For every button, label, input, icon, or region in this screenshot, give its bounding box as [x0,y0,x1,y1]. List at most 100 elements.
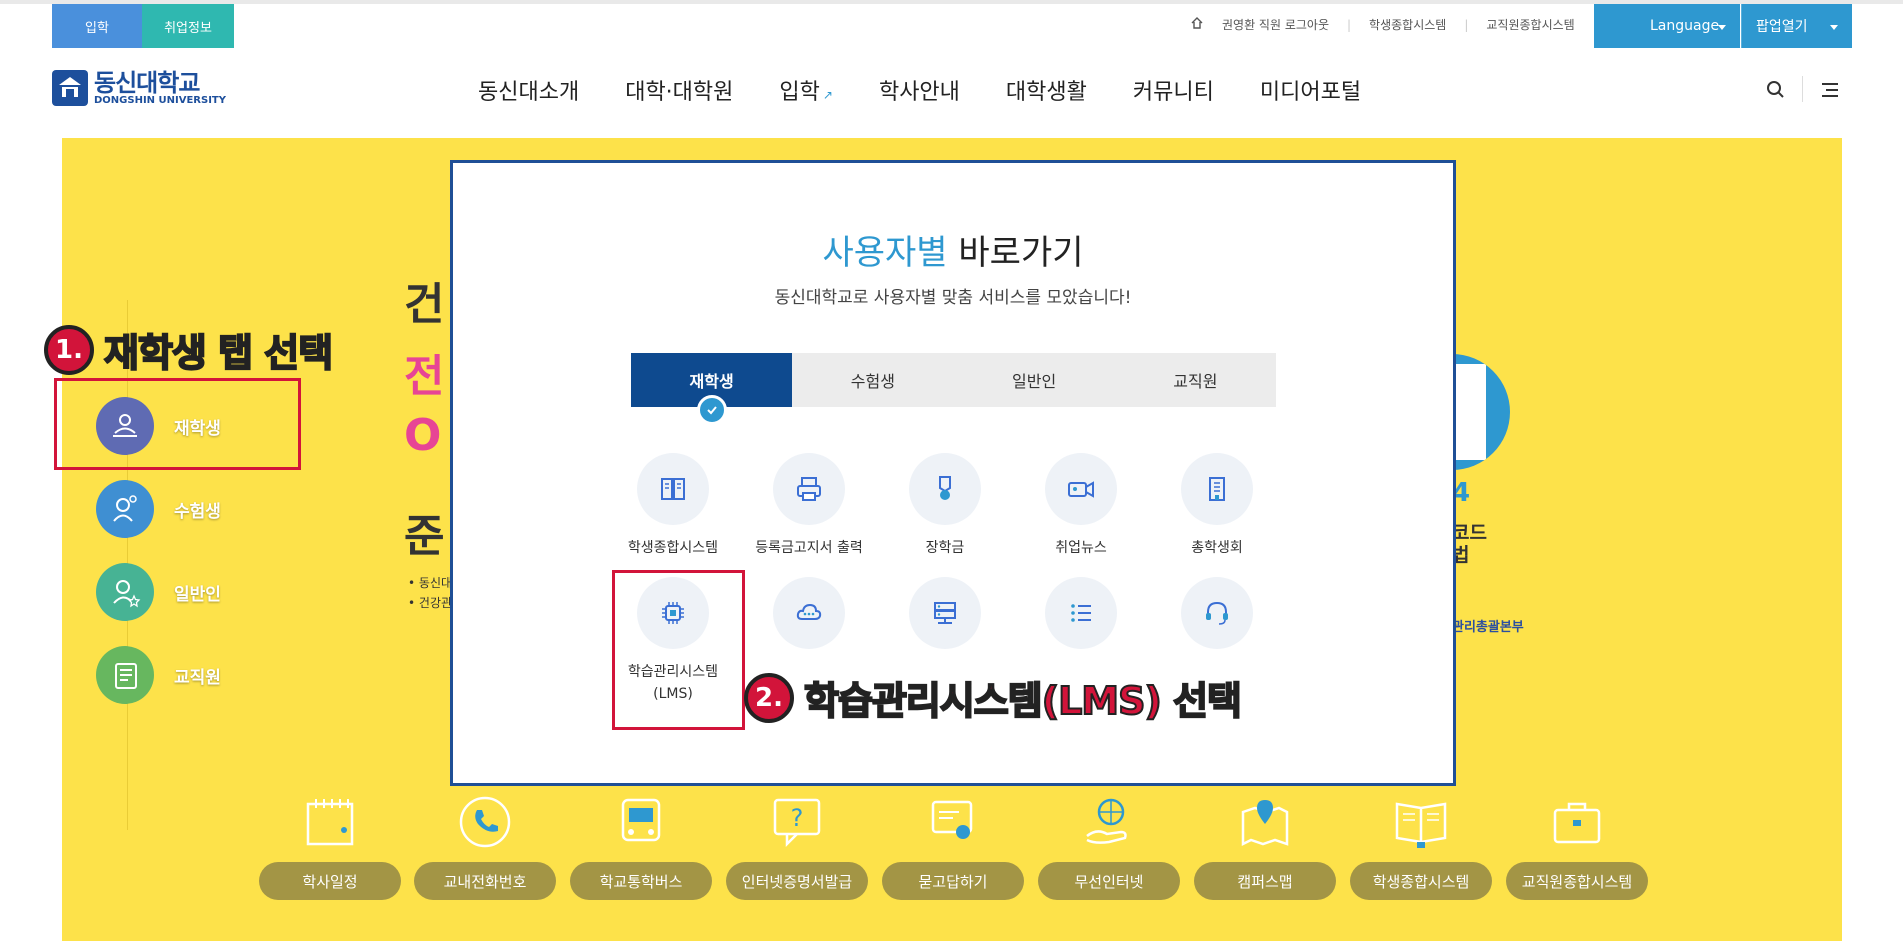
sidebar-item-label: 일반인 [174,584,221,605]
logo-english: DONGSHIN UNIVERSITY [94,94,226,106]
thinking-person-icon [96,480,154,538]
quick-menu-academic-calendar[interactable]: 학사일정 [259,792,401,900]
tab-label: 일반인 [1012,372,1057,391]
sidebar-item-public[interactable]: 일반인 [96,563,221,621]
hero-text-fragment: 전 [404,351,445,402]
annotation-step-1: 1. 재학생 탭 선택 [44,322,334,377]
main-navigation: 동신대소개 대학·대학원 입학 ↗ 학사안내 대학생활 커뮤니티 미디어포털 [478,74,1361,106]
tab-employment[interactable]: 취업정보 [142,4,234,48]
tab-label: 교직원 [1173,372,1218,391]
quick-menu-wifi[interactable]: 무선인터넷 [1038,792,1180,900]
annotation-step-2: 2. 학습관리시스템(LMS) 선택 [744,670,1243,725]
printer-icon [773,453,845,525]
shortcut-label: 학생종합시스템 [627,540,719,556]
check-icon [696,395,727,425]
headset-icon [1181,577,1253,649]
menu-icon[interactable] [1820,80,1840,104]
nav-admission[interactable]: 입학 ↗ [779,74,833,106]
chevron-down-icon [1830,25,1838,30]
certificate-icon [923,792,983,852]
list-icon [1045,577,1117,649]
quick-menu-label: 인터넷증명서발급 [726,862,868,900]
annotation-highlight-box [612,570,745,730]
nav-about[interactable]: 동신대소개 [478,74,579,106]
quick-menu-staff-system[interactable]: 교직원종합시스템 [1506,792,1648,900]
quick-menu-label: 캠퍼스맵 [1194,862,1336,900]
nav-admission-label: 입학 [779,80,820,105]
hero-text-fragment: 관리총괄본부 [1452,620,1524,635]
language-select[interactable]: Language [1594,4,1740,48]
sidebar-item-applicant[interactable]: 수험생 [96,480,221,538]
tab-staff[interactable]: 교직원 [1115,353,1276,407]
shortcut-student-system[interactable]: 학생종합시스템 [605,453,741,559]
quick-menu-student-system[interactable]: 학생종합시스템 [1350,792,1492,900]
nav-community[interactable]: 커뮤니티 [1133,74,1214,106]
cloud-icon [773,577,845,649]
nav-academic[interactable]: 학사안내 [879,74,960,106]
sidebar-item-label: 교직원 [174,667,221,688]
person-star-icon [96,563,154,621]
question-bubble-icon: ? [767,792,827,852]
tab-admission[interactable]: 입학 [52,4,142,48]
quick-menu-label: 학교통학버스 [570,862,712,900]
nav-media[interactable]: 미디어포털 [1260,74,1361,106]
modal-title: 사용자별 바로가기 [453,225,1453,274]
shortcut-label: 총학생회 [1191,540,1243,556]
calendar-icon [300,792,360,852]
tab-applicant[interactable]: 수험생 [792,353,953,407]
quick-menu-label: 무선인터넷 [1038,862,1180,900]
staff-system-link[interactable]: 교직원종합시스템 [1486,16,1574,33]
quick-menu-qna[interactable]: 묻고답하기 [882,792,1024,900]
tab-label: 수험생 [850,372,895,391]
step-text: 학습관리시스템(LMS) 선택 [803,678,1243,724]
staff-card-icon [96,646,154,704]
shortcut-scholarship[interactable]: 장학금 [877,453,1013,559]
medal-icon [909,453,981,525]
open-book-icon [1391,792,1451,852]
chevron-down-icon [1718,25,1726,30]
logo-korean: 동신대학교 [94,68,200,97]
quick-menu-label: 학사일정 [259,862,401,900]
tab-student[interactable]: 재학생 [631,353,793,425]
quick-menu-certificate[interactable]: ? 인터넷증명서발급 [726,792,868,900]
utility-links: 권영환 직원 로그아웃 | 학생종합시스템 | 교직원종합시스템 [1190,16,1575,33]
quick-menu-label: 묻고답하기 [882,862,1024,900]
nav-college[interactable]: 대학·대학원 [625,74,733,106]
bus-icon [611,792,671,852]
tab-label: 재학생 [689,372,734,391]
shortcut-label: 장학금 [925,540,965,556]
quick-menu-campus-map[interactable]: 캠퍼스맵 [1194,792,1336,900]
quick-menu-label: 교직원종합시스템 [1506,862,1648,900]
quick-menu-label: 교내전화번호 [414,862,556,900]
nav-campus-life[interactable]: 대학생활 [1006,74,1087,106]
divider [1802,76,1803,102]
sidebar-item-staff[interactable]: 교직원 [96,646,221,704]
student-system-link[interactable]: 학생종합시스템 [1369,16,1446,33]
home-icon[interactable] [1190,16,1204,33]
modal-title-rest: 바로가기 [947,233,1084,273]
divider: | [1347,17,1352,32]
emblem-icon [52,70,88,106]
step-number: 1. [44,324,94,375]
popup-open-button[interactable]: 팝업열기 [1741,4,1852,48]
university-logo[interactable]: 동신대학교 DONGSHIN UNIVERSITY [52,70,226,106]
shortcut-student-council[interactable]: 총학생회 [1149,453,1285,559]
annotation-highlight-box [54,378,301,470]
shortcut-job-news[interactable]: 취업뉴스 [1013,453,1149,559]
search-icon[interactable] [1766,80,1786,104]
quick-menu-label: 학생종합시스템 [1350,862,1492,900]
popup-label: 팝업열기 [1756,19,1808,35]
quick-menu-bus[interactable]: 학교통학버스 [570,792,712,900]
book-icon [637,453,709,525]
modal-subtitle: 동신대학교로 사용자별 맞춤 서비스를 모았습니다! [774,288,1132,308]
external-link-icon: ↗ [822,88,833,102]
quick-menu-phone[interactable]: 교내전화번호 [414,792,556,900]
shortcut-tuition-bill[interactable]: 등록금고지서 출력 [741,453,877,559]
user-type-tabs: 재학생 수험생 일반인 교직원 [631,353,1276,425]
hero-text-fragment: 준 [404,511,445,562]
sidebar-item-label: 수험생 [174,501,221,522]
logout-link[interactable]: 권영환 직원 로그아웃 [1222,16,1329,33]
modal-title-highlight: 사용자별 [822,233,948,273]
hero-text-fragment: O [404,410,442,461]
tab-public[interactable]: 일반인 [954,353,1115,407]
